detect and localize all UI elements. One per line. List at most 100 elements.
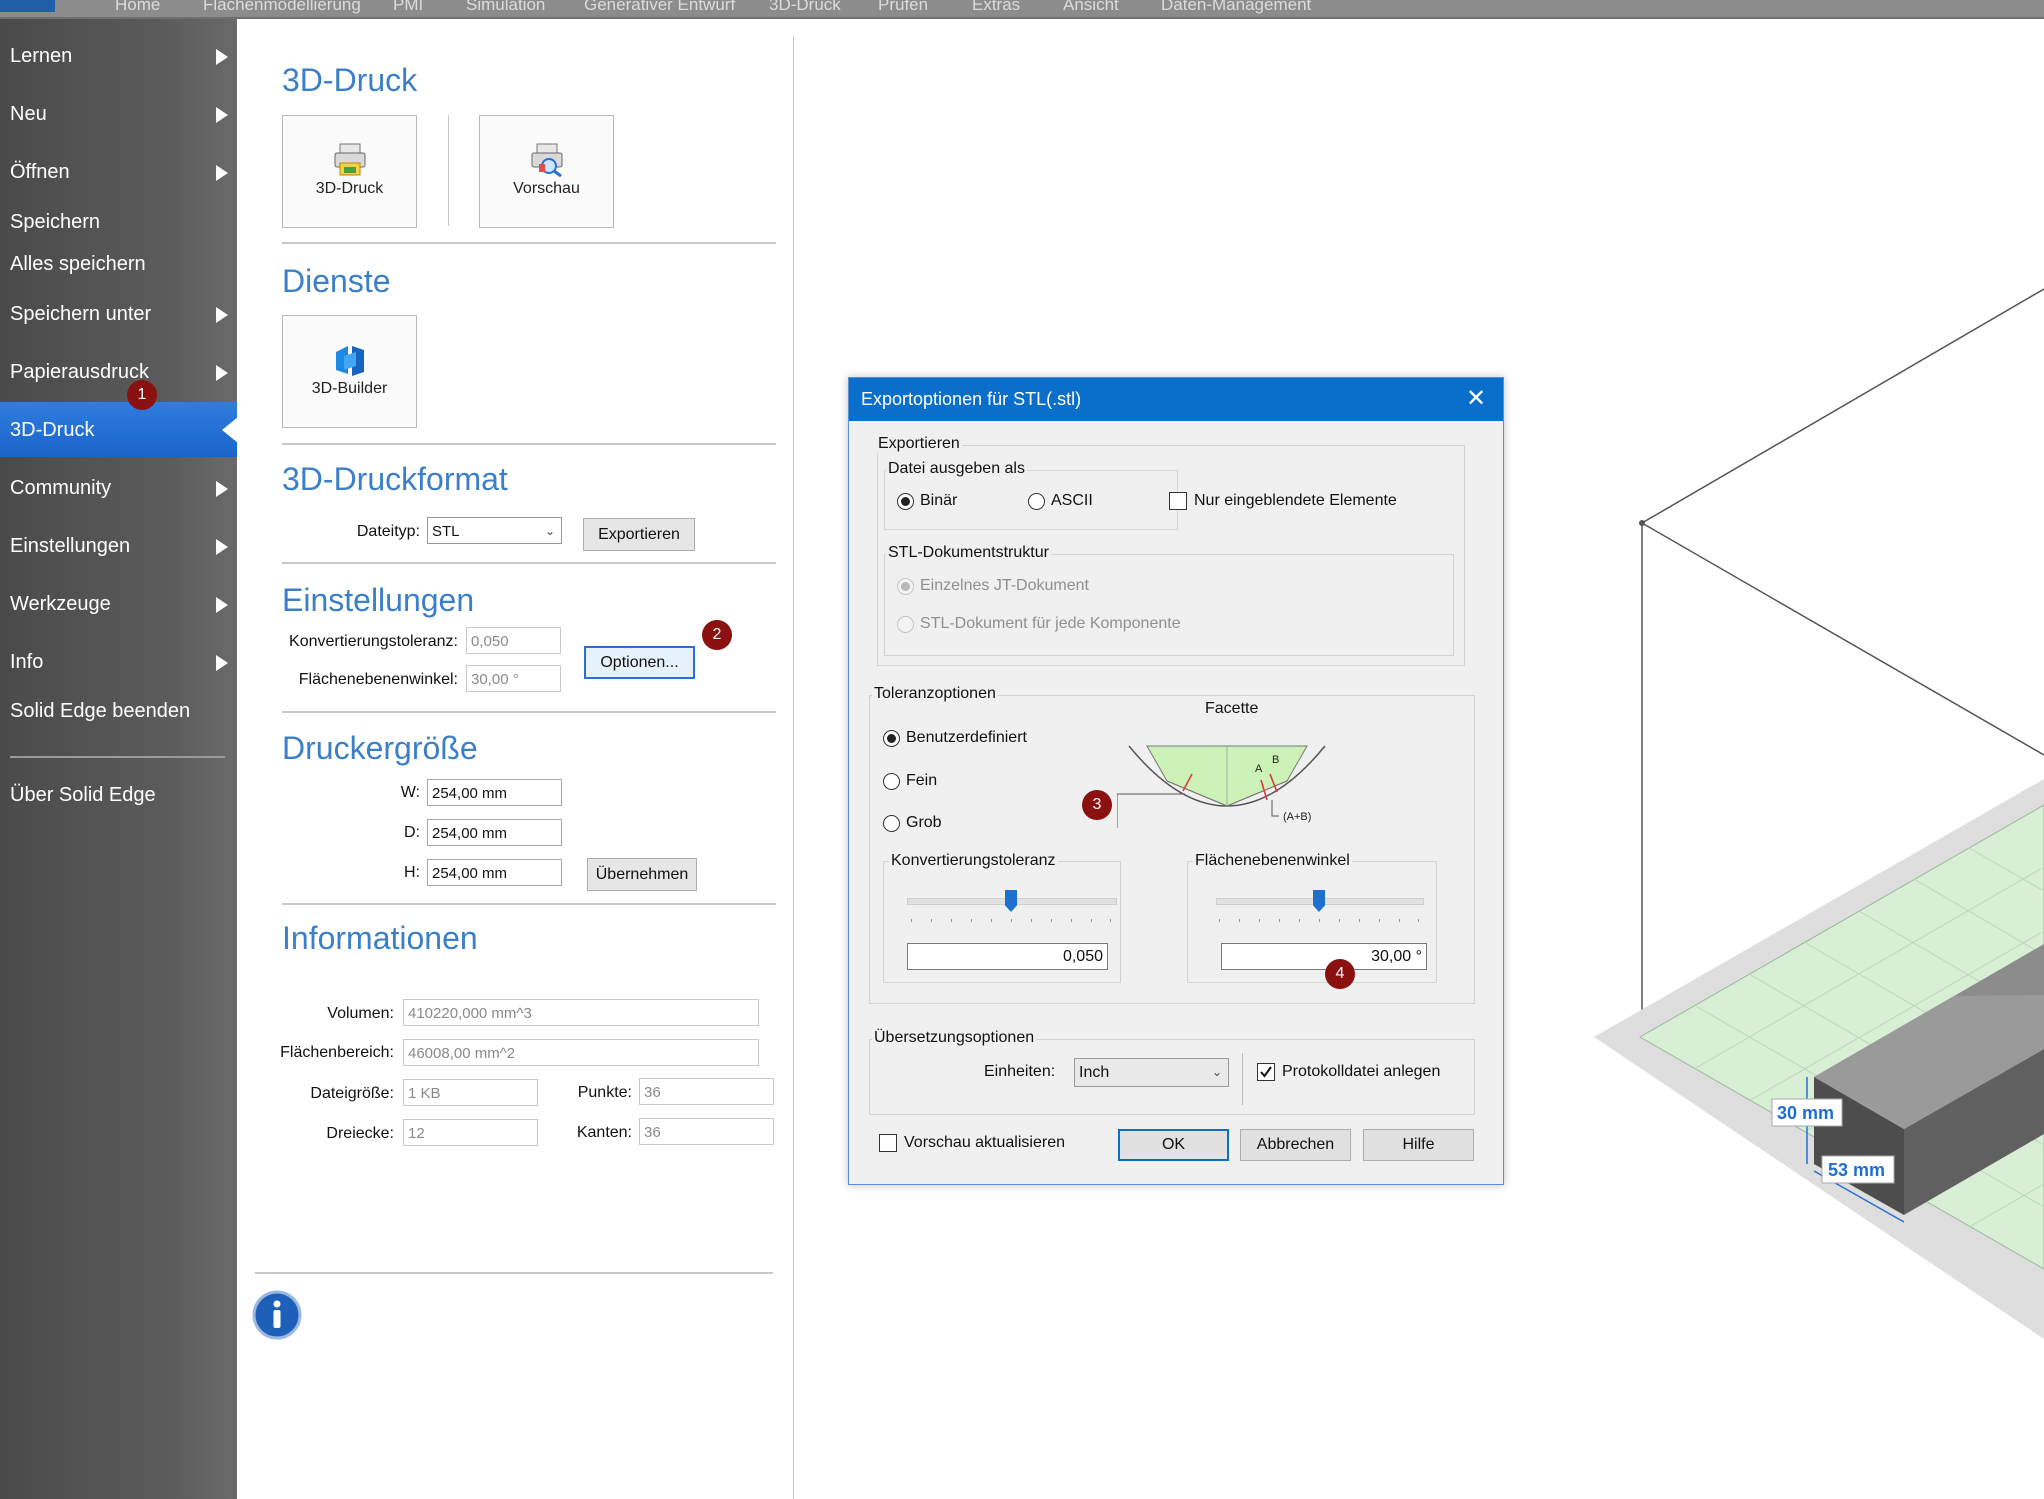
help-button[interactable]: Hilfe [1363, 1129, 1474, 1161]
diagram-label-a: A [1255, 763, 1263, 775]
filetype-select[interactable]: STL ⌄ [427, 517, 562, 544]
nav-item-info[interactable]: Info [10, 651, 43, 674]
nav-item-new[interactable]: Neu [10, 103, 47, 126]
tab-pmi[interactable]: PMI [393, 0, 423, 15]
chevron-right-icon [216, 365, 228, 381]
tab-3d-print[interactable]: 3D-Druck [769, 0, 841, 15]
width-field[interactable]: 254,00 mm [427, 779, 562, 806]
nav-item-community[interactable]: Community [10, 477, 111, 500]
tab-data-management[interactable]: Daten-Management [1161, 0, 1311, 15]
export-button[interactable]: Exportieren [583, 518, 695, 551]
units-label: Einheiten: [984, 1063, 1056, 1080]
3d-print-button[interactable]: 3D-Druck [282, 115, 417, 228]
chevron-right-icon [216, 49, 228, 65]
points-label: Punkte: [577, 1084, 632, 1101]
depth-label: D: [404, 824, 420, 841]
section-title-3d-print: 3D-Druck [282, 62, 418, 98]
footer-divider [255, 1272, 773, 1274]
coarse-radio[interactable] [883, 815, 900, 832]
nav-item-save-as[interactable]: Speichern unter [10, 303, 151, 326]
per-component-label: STL-Dokument für jede Komponente [920, 615, 1181, 632]
export-group-label: Exportieren [876, 435, 962, 453]
conversion-tolerance-input[interactable]: 0,050 [907, 943, 1108, 970]
callout-marker-4: 4 [1325, 959, 1355, 989]
nav-item-print[interactable]: Papierausdruck [10, 361, 149, 384]
chevron-right-icon [216, 655, 228, 671]
options-button[interactable]: Optionen... [584, 646, 695, 679]
coarse-label: Grob [906, 814, 942, 831]
ascii-radio[interactable] [1028, 493, 1045, 510]
section-divider [282, 711, 776, 713]
section-title-print-format: 3D-Druckformat [282, 461, 508, 497]
section-divider [282, 242, 776, 244]
ok-button[interactable]: OK [1118, 1129, 1229, 1161]
nav-item-tools[interactable]: Werkzeuge [10, 593, 111, 616]
update-preview-label: Vorschau aktualisieren [904, 1134, 1065, 1151]
log-file-checkbox[interactable] [1257, 1063, 1275, 1081]
tab-simulation[interactable]: Simulation [466, 0, 545, 15]
face-angle-group-label: Flächenebenenwinkel [1193, 852, 1352, 870]
face-angle-input[interactable]: 30,00 ° [1221, 943, 1427, 970]
per-component-radio[interactable] [897, 616, 914, 633]
facet-diagram: A B (A+B) [1117, 745, 1326, 828]
binary-label: Binär [920, 492, 958, 509]
section-title-services: Dienste [282, 263, 391, 299]
build-volume-edge [1641, 288, 2044, 524]
depth-field[interactable]: 254,00 mm [427, 819, 562, 846]
button-divider [448, 115, 449, 226]
single-doc-radio[interactable] [897, 578, 914, 595]
chevron-right-icon [216, 597, 228, 613]
custom-label: Benutzerdefiniert [906, 729, 1027, 746]
checkmark-icon [1260, 1066, 1272, 1078]
binary-radio[interactable] [897, 493, 914, 510]
tab-generative-design[interactable]: Generativer Entwurf [584, 0, 735, 15]
cancel-button[interactable]: Abbrechen [1240, 1129, 1351, 1161]
tab-view[interactable]: Ansicht [1063, 0, 1119, 15]
nav-item-exit[interactable]: Solid Edge beenden [10, 700, 190, 723]
nav-item-learn[interactable]: Lernen [10, 45, 72, 68]
chevron-right-icon [216, 107, 228, 123]
output-format-label: Datei ausgeben als [886, 460, 1027, 478]
preview-button[interactable]: Vorschau [479, 115, 614, 228]
translation-group-label: Übersetzungsoptionen [872, 1029, 1037, 1047]
tab-surfacing[interactable]: Flächenmodellierung [203, 0, 361, 15]
callout-marker-2: 2 [702, 620, 732, 650]
dialog-titlebar: Exportoptionen für STL(.stl) ✕ [849, 378, 1503, 421]
dimension-width-label: 53 mm [1828, 1160, 1885, 1180]
visible-only-checkbox[interactable] [1169, 492, 1187, 510]
edges-field: 36 [639, 1118, 774, 1145]
info-icon[interactable] [252, 1290, 302, 1340]
nav-item-3d-print[interactable]: 3D-Druck [10, 419, 94, 442]
height-label: H: [404, 864, 420, 881]
3d-builder-button[interactable]: 3D-Builder [282, 315, 417, 428]
nav-item-save-all[interactable]: Alles speichern [10, 253, 146, 276]
file-size-field: 1 KB [403, 1079, 538, 1106]
close-icon[interactable]: ✕ [1461, 385, 1491, 415]
chevron-down-icon: ⌄ [1211, 1065, 1222, 1079]
diagram-label-b: B [1272, 754, 1279, 766]
conversion-tolerance-label: Konvertierungstoleranz: [289, 633, 458, 650]
section-title-information: Informationen [282, 920, 478, 956]
custom-radio[interactable] [883, 730, 900, 747]
file-tab[interactable] [0, 0, 55, 12]
nav-item-settings[interactable]: Einstellungen [10, 535, 130, 558]
fine-radio[interactable] [883, 773, 900, 790]
nav-item-save[interactable]: Speichern [10, 211, 100, 234]
tab-home[interactable]: Home [115, 0, 160, 15]
tab-tools[interactable]: Extras [972, 0, 1020, 15]
apply-button[interactable]: Übernehmen [587, 858, 697, 891]
units-select[interactable]: Inch ⌄ [1074, 1058, 1229, 1087]
3d-print-button-label: 3D-Druck [315, 180, 384, 197]
face-angle-field: 30,00 ° [466, 665, 561, 692]
update-preview-checkbox[interactable] [879, 1134, 897, 1152]
preview-button-label: Vorschau [513, 180, 580, 197]
height-field[interactable]: 254,00 mm [427, 859, 562, 886]
structure-group [884, 554, 1454, 656]
nav-item-open[interactable]: Öffnen [10, 161, 70, 184]
nav-item-about[interactable]: Über Solid Edge [10, 784, 156, 807]
dialog-title: Exportoptionen für STL(.stl) [861, 389, 1082, 409]
tab-inspect[interactable]: Prüfen [878, 0, 928, 15]
filetype-value: STL [432, 523, 460, 540]
angle-slider-ticks [1219, 919, 1419, 922]
section-divider [282, 562, 776, 564]
